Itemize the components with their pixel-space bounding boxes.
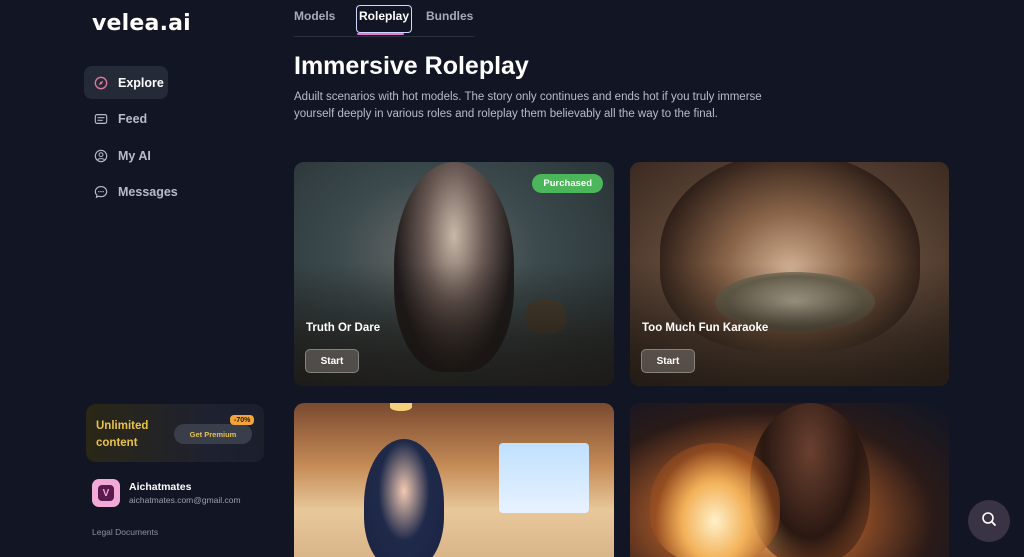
- search-icon: [981, 511, 997, 532]
- page-description: Aduilt scenarios with hot models. The st…: [294, 91, 762, 120]
- roleplay-card[interactable]: Purchased Truth Or Dare Start: [294, 162, 614, 386]
- app-logo[interactable]: velea.ai: [92, 11, 191, 36]
- roleplay-card[interactable]: [630, 403, 949, 557]
- feed-icon: [94, 112, 108, 126]
- sidebar-item-label: Messages: [118, 185, 178, 199]
- roleplay-card[interactable]: [294, 403, 614, 557]
- sidebar-item-feed[interactable]: Feed: [84, 103, 264, 136]
- page-title: Immersive Roleplay: [294, 52, 529, 80]
- user-profile[interactable]: V Aichatmates aichatmates.com@gmail.com: [92, 479, 241, 507]
- avatar-letter: V: [98, 485, 114, 501]
- start-button[interactable]: Start: [305, 349, 359, 373]
- window-image: [499, 443, 589, 513]
- tab-roleplay[interactable]: Roleplay: [356, 5, 413, 33]
- card-title: Too Much Fun Karaoke: [642, 322, 769, 334]
- start-button[interactable]: Start: [641, 349, 695, 373]
- compass-icon: [94, 76, 108, 90]
- purchased-badge: Purchased: [532, 174, 603, 193]
- promo-text: Unlimited content: [96, 420, 149, 449]
- tab-models[interactable]: Models: [294, 9, 335, 23]
- discount-badge: -70%: [230, 415, 255, 425]
- card-title: Truth Or Dare: [306, 322, 381, 334]
- sidebar-item-messages[interactable]: Messages: [84, 176, 264, 209]
- sidebar-item-my-ai[interactable]: My AI: [84, 139, 264, 172]
- search-button[interactable]: [968, 500, 1010, 542]
- user-email: aichatmates.com@gmail.com: [129, 494, 241, 505]
- sidebar: velea.ai Explore Feed My AI Messages Unl…: [0, 0, 268, 557]
- user-name: Aichatmates: [129, 480, 192, 493]
- tab-bundles[interactable]: Bundles: [426, 9, 473, 23]
- get-premium-button[interactable]: Get Premium: [174, 424, 252, 444]
- category-tabs: Models Roleplay Bundles: [294, 0, 474, 37]
- user-circle-icon: [94, 149, 108, 163]
- active-tab-indicator: [357, 33, 404, 35]
- premium-promo[interactable]: Unlimited content Get Premium -70%: [86, 404, 264, 462]
- sidebar-item-label: Explore: [118, 75, 164, 90]
- card-image: [364, 439, 444, 557]
- sidebar-item-label: Feed: [118, 112, 148, 126]
- sidebar-item-explore[interactable]: Explore: [84, 66, 168, 99]
- lamp-image: [390, 403, 412, 411]
- sidebar-item-label: My AI: [118, 148, 151, 163]
- legal-documents-link[interactable]: Legal Documents: [92, 527, 158, 537]
- avatar: V: [92, 479, 120, 507]
- sidebar-nav: Explore Feed My AI Messages: [84, 66, 264, 212]
- chat-bubble-icon: [94, 185, 108, 199]
- roleplay-card[interactable]: Too Much Fun Karaoke Start: [630, 162, 949, 386]
- fire-image: [650, 443, 780, 557]
